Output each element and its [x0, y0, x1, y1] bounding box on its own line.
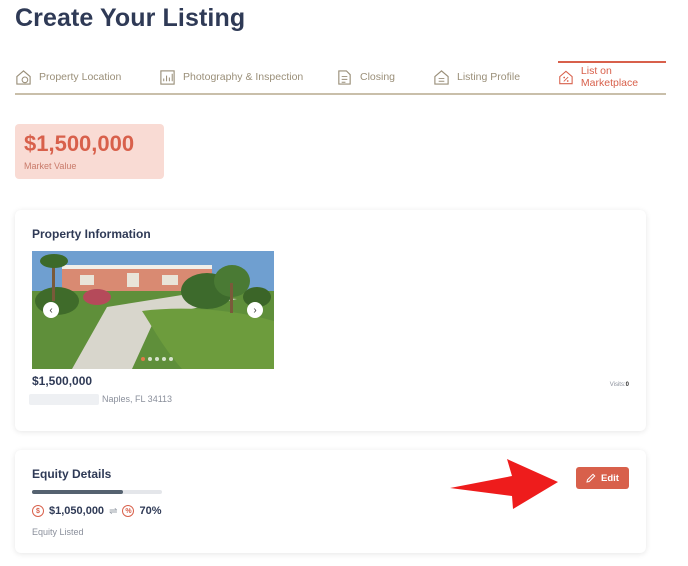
step-closing[interactable]: Closing — [336, 61, 395, 93]
house-location-icon — [16, 69, 31, 85]
active-step-indicator — [558, 61, 666, 63]
property-information-title: Property Information — [32, 227, 151, 241]
carousel-prev-button[interactable]: ‹ — [43, 302, 59, 318]
exchange-icon: ⇌ — [109, 505, 118, 517]
step-photography-inspection[interactable]: Photography & Inspection — [159, 61, 303, 93]
step-label: Closing — [360, 71, 396, 83]
document-icon — [338, 69, 351, 85]
carousel-dot[interactable] — [141, 357, 145, 361]
edit-button-label: Edit — [601, 472, 619, 484]
property-information-card: Property Information ‹ › $1,500,000 Napl… — [15, 210, 646, 431]
visits-label: Visits: — [609, 382, 626, 388]
step-listing-profile[interactable]: Listing Profile — [433, 61, 520, 93]
step-label: Property Location — [39, 71, 122, 83]
page-title: Create Your Listing — [15, 4, 246, 32]
equity-amount: $1,050,000 — [49, 505, 105, 517]
photo-chart-icon — [160, 69, 175, 85]
carousel-dot[interactable] — [169, 357, 173, 361]
step-label: List on Marketplace — [580, 65, 639, 89]
market-value-card: $1,500,000 Market Value — [15, 124, 164, 179]
redacted-street-address — [29, 394, 99, 405]
carousel-dots — [141, 357, 173, 361]
chevron-right-icon: › — [253, 304, 257, 316]
equity-summary: $ $1,050,000 ⇌ % 70% — [32, 505, 161, 517]
property-address: Naples, FL 34113 — [102, 394, 173, 404]
step-label: Listing Profile — [457, 71, 521, 83]
carousel-dot[interactable] — [155, 357, 159, 361]
equity-details-title: Equity Details — [32, 467, 112, 481]
carousel-next-button[interactable]: › — [247, 302, 263, 318]
dollar-circle-icon: $ — [32, 505, 44, 517]
property-price: $1,500,000 — [32, 374, 93, 388]
house-profile-icon — [434, 69, 449, 85]
listing-steps-nav: Property Location Photography & Inspecti… — [15, 59, 666, 95]
visits-value: 0 — [625, 382, 629, 388]
pencil-icon — [586, 473, 596, 483]
market-value-amount: $1,500,000 — [24, 131, 135, 156]
chevron-left-icon: ‹ — [49, 304, 53, 316]
visits-counter: Visits:0 — [610, 382, 629, 388]
equity-listed-label: Equity Listed — [32, 527, 84, 537]
step-label: Photography & Inspection — [183, 71, 304, 83]
edit-equity-button[interactable]: Edit — [576, 467, 629, 489]
equity-progress-bar — [32, 490, 162, 494]
equity-progress-fill — [32, 490, 123, 494]
annotation-arrow — [450, 459, 558, 509]
market-value-label: Market Value — [24, 161, 77, 171]
step-property-location[interactable]: Property Location — [15, 61, 121, 93]
house-percent-icon — [559, 70, 573, 84]
carousel-dot[interactable] — [162, 357, 166, 361]
percent-circle-icon: % — [122, 505, 135, 517]
property-photo-carousel[interactable]: ‹ › — [32, 251, 274, 369]
equity-percent: 70% — [139, 505, 162, 517]
step-list-on-marketplace[interactable]: List on Marketplace — [558, 61, 666, 93]
property-photo — [32, 251, 274, 369]
carousel-dot[interactable] — [148, 357, 152, 361]
